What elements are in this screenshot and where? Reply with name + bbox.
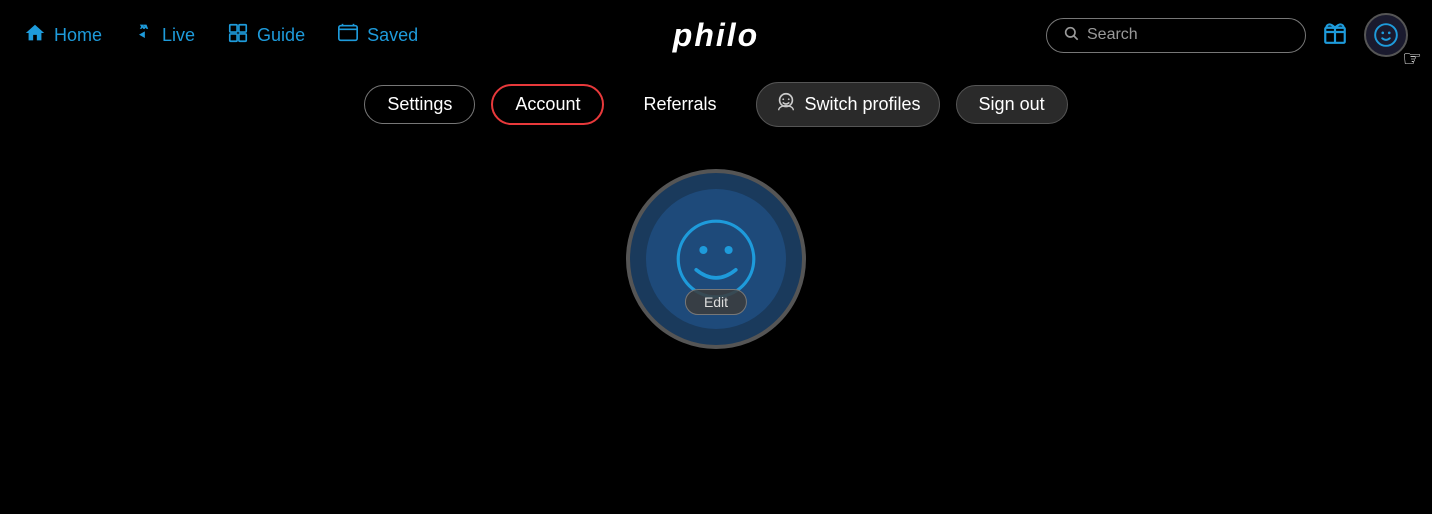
- home-icon: [24, 22, 46, 49]
- top-nav: Home Live Guide: [0, 0, 1432, 70]
- nav-right: Search: [1046, 13, 1408, 57]
- search-placeholder: Search: [1087, 26, 1289, 44]
- saved-label: Saved: [367, 25, 418, 46]
- switch-profiles-label: Switch profiles: [805, 94, 921, 115]
- search-bar[interactable]: Search: [1046, 18, 1306, 53]
- live-label: Live: [162, 25, 195, 46]
- guide-label: Guide: [257, 25, 305, 46]
- gift-icon[interactable]: [1322, 19, 1348, 52]
- avatar-inner[interactable]: Edit: [646, 189, 786, 329]
- guide-icon: [227, 22, 249, 49]
- profile-button[interactable]: [1364, 13, 1408, 57]
- app-logo: philo: [673, 17, 759, 53]
- nav-saved[interactable]: Saved: [337, 22, 418, 49]
- nav-guide[interactable]: Guide: [227, 22, 305, 49]
- search-icon: [1063, 25, 1079, 46]
- avatar-outer: Edit: [626, 169, 806, 349]
- nav-home[interactable]: Home: [24, 22, 102, 49]
- profile-section: Edit: [0, 169, 1432, 349]
- home-label: Home: [54, 25, 102, 46]
- nav-live[interactable]: Live: [134, 22, 195, 49]
- account-button[interactable]: Account: [491, 84, 604, 125]
- settings-button[interactable]: Settings: [364, 85, 475, 124]
- referrals-button[interactable]: Referrals: [620, 85, 739, 124]
- switch-profiles-icon: [775, 91, 797, 118]
- saved-icon: [337, 22, 359, 49]
- profile-avatar-small: [1370, 19, 1402, 51]
- live-icon: [134, 22, 154, 49]
- switch-profiles-button[interactable]: Switch profiles: [756, 82, 940, 127]
- menu-bar: Settings Account Referrals Switch profil…: [0, 70, 1432, 145]
- logo-area: philo: [673, 17, 759, 54]
- edit-badge[interactable]: Edit: [685, 289, 747, 315]
- sign-out-button[interactable]: Sign out: [956, 85, 1068, 124]
- nav-left: Home Live Guide: [24, 22, 418, 49]
